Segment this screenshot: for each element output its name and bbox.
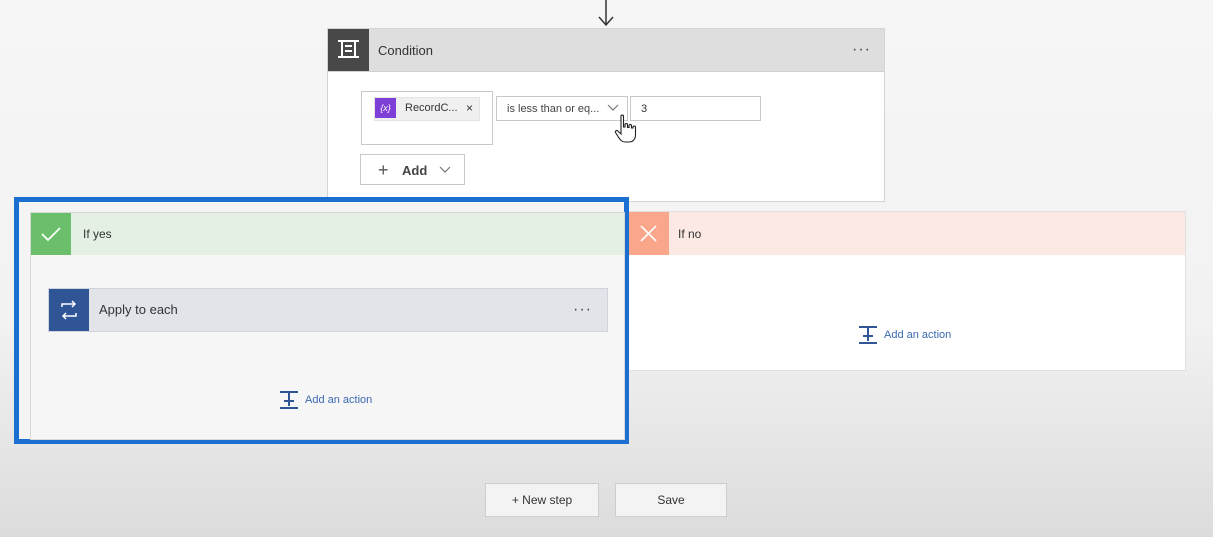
plus-icon: + <box>378 160 389 180</box>
close-icon <box>628 212 669 255</box>
condition-header[interactable]: Condition ··· <box>328 29 884 72</box>
branch-if-no-title: If no <box>678 227 702 241</box>
condition-more-button[interactable]: ··· <box>852 42 871 58</box>
variable-icon: {x} <box>375 98 396 118</box>
remove-token-button[interactable]: × <box>466 101 473 115</box>
branch-if-no: If no Add an action <box>627 211 1186 371</box>
condition-title: Condition <box>378 43 433 58</box>
condition-left-operand-field[interactable]: {x} RecordC... × <box>361 91 493 145</box>
if-no-add-action-button[interactable]: Add an action <box>857 324 977 346</box>
branch-if-yes-title: If yes <box>83 227 112 241</box>
apply-to-each-title: Apply to each <box>99 302 178 317</box>
save-button[interactable]: Save <box>615 483 727 517</box>
branch-if-yes: If yes Apply to each ··· Add an action <box>30 212 625 440</box>
chevron-down-icon <box>607 104 619 111</box>
add-condition-button[interactable]: + Add <box>360 154 465 185</box>
apply-to-each-action[interactable]: Apply to each ··· <box>48 288 608 332</box>
add-button-label: Add <box>402 163 428 178</box>
highlight-frame: If yes Apply to each ··· Add an action <box>14 197 629 444</box>
loop-icon <box>49 289 89 331</box>
apply-to-each-more-button[interactable]: ··· <box>573 302 592 318</box>
operator-selected: is less than or eq... <box>507 103 600 115</box>
down-arrow-icon <box>598 0 614 27</box>
add-action-icon <box>859 326 877 344</box>
checkmark-icon <box>31 213 71 255</box>
dynamic-content-token[interactable]: {x} RecordC... × <box>374 97 480 121</box>
token-label: RecordC... <box>405 102 458 114</box>
add-action-icon <box>280 391 298 409</box>
operator-dropdown[interactable]: is less than or eq... <box>496 96 628 121</box>
condition-value-input[interactable] <box>630 96 761 121</box>
hand-pointer-icon <box>614 114 637 143</box>
if-yes-add-action-button[interactable]: Add an action <box>278 389 398 411</box>
chevron-down-icon <box>439 166 451 173</box>
branch-if-yes-header[interactable]: If yes <box>31 213 624 255</box>
condition-icon <box>328 29 369 71</box>
new-step-button[interactable]: + New step <box>485 483 599 517</box>
branch-if-no-header[interactable]: If no <box>628 212 1185 255</box>
add-action-label: Add an action <box>884 329 952 341</box>
add-action-label: Add an action <box>305 394 373 406</box>
